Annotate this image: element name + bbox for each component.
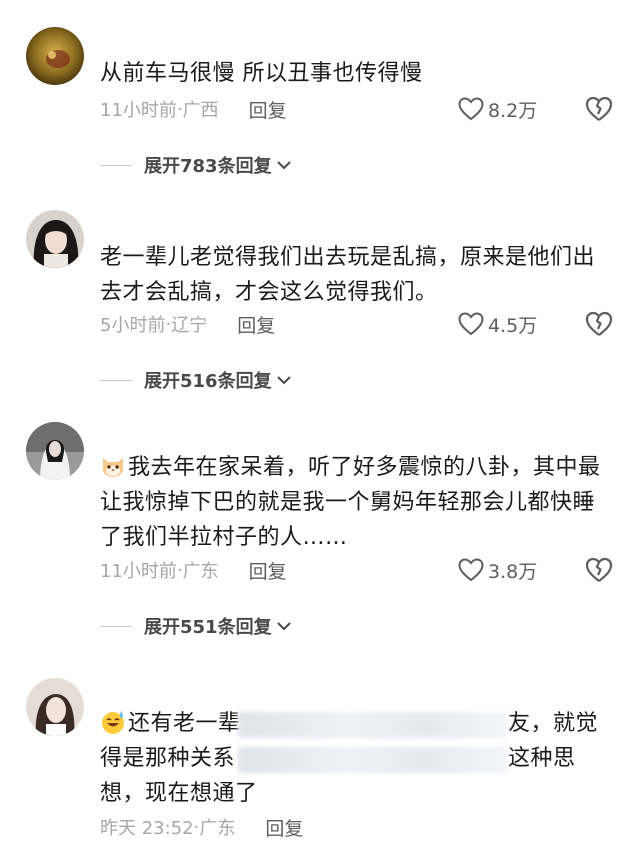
comment-text: 从前车马很慢 所以丑事也传得慢 xyxy=(100,61,423,86)
avatar[interactable] xyxy=(26,422,84,480)
chevron-down-icon xyxy=(276,161,291,170)
sweat-smile-icon xyxy=(102,711,124,734)
comment-location: 辽宁 xyxy=(171,315,208,336)
expand-replies-button[interactable]: 展开516条回复 xyxy=(100,365,292,395)
like-button[interactable]: 4.5万 xyxy=(458,309,537,339)
reply-button[interactable]: 回复 xyxy=(265,814,303,841)
comment-meta: 11小时前 · 广东 回复 xyxy=(100,555,287,585)
reply-button[interactable]: 回复 xyxy=(237,311,275,338)
comment-text: 老一辈儿老觉得我们出去玩是乱搞，原来是他们出去才会乱搞，才会这么觉得我们。 xyxy=(100,245,596,305)
heart-icon xyxy=(458,312,484,336)
avatar[interactable] xyxy=(26,210,84,268)
redaction-blur xyxy=(238,747,508,773)
broken-heart-icon[interactable] xyxy=(585,95,613,123)
comment-time: 5小时前 xyxy=(100,315,166,336)
comment-text: 我去年在家呆着，听了好多震惊的八卦，其中最让我惊掉下巴的就是我一个舅妈年轻那会儿… xyxy=(100,455,601,550)
comment-time: 11小时前 xyxy=(100,561,177,582)
expand-replies-label: 展开551条回复 xyxy=(144,617,272,638)
chevron-down-icon xyxy=(276,376,291,385)
expand-replies-label: 展开516条回复 xyxy=(144,371,272,392)
like-count: 4.5万 xyxy=(488,314,538,337)
cat-face-icon xyxy=(103,458,123,477)
comment-meta: 昨天 23:52 · 广东 回复 xyxy=(100,812,303,842)
expand-replies-label: 展开783条回复 xyxy=(144,156,272,177)
broken-heart-icon[interactable] xyxy=(585,310,613,338)
heart-icon xyxy=(458,558,484,582)
redaction-blur xyxy=(238,712,508,738)
reply-button[interactable]: 回复 xyxy=(249,96,287,123)
expand-replies-button[interactable]: 展开551条回复 xyxy=(100,611,292,641)
comment-meta: 5小时前 · 辽宁 回复 xyxy=(100,309,275,339)
like-button[interactable]: 3.8万 xyxy=(458,555,537,585)
like-count: 3.8万 xyxy=(488,560,538,583)
comment-location: 广东 xyxy=(199,818,236,839)
divider xyxy=(100,379,132,381)
comment-time: 11小时前 xyxy=(100,100,177,121)
comment-location: 广东 xyxy=(182,561,219,582)
broken-heart-icon[interactable] xyxy=(585,556,613,584)
like-button[interactable]: 8.2万 xyxy=(458,94,537,124)
heart-icon xyxy=(458,97,484,121)
comment-time: 昨天 23:52 xyxy=(100,818,194,839)
comment-location: 广西 xyxy=(182,100,219,121)
avatar[interactable] xyxy=(26,678,84,736)
expand-replies-button[interactable]: 展开783条回复 xyxy=(100,150,292,180)
avatar[interactable] xyxy=(26,27,84,85)
divider xyxy=(100,164,132,166)
like-count: 8.2万 xyxy=(488,99,538,122)
reply-button[interactable]: 回复 xyxy=(249,557,287,584)
chevron-down-icon xyxy=(276,622,291,631)
divider xyxy=(100,625,132,627)
comment-meta: 11小时前 · 广西 回复 xyxy=(100,94,287,124)
